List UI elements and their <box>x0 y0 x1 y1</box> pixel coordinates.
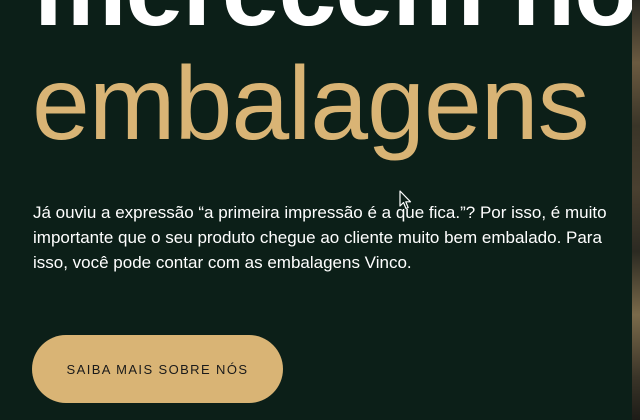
headline-line-1: merecem nos <box>34 0 640 42</box>
headline-line-2-accent: embalagens <box>32 46 590 162</box>
hero-section: merecem nos embalagens Já ouviu a expres… <box>0 0 640 420</box>
mouse-pointer-icon <box>399 190 412 210</box>
background-photo-edge <box>632 0 640 420</box>
hero-description: Já ouviu a expressão “a primeira impress… <box>33 203 607 272</box>
about-us-button[interactable]: SAIBA MAIS SOBRE NÓS <box>32 335 283 403</box>
